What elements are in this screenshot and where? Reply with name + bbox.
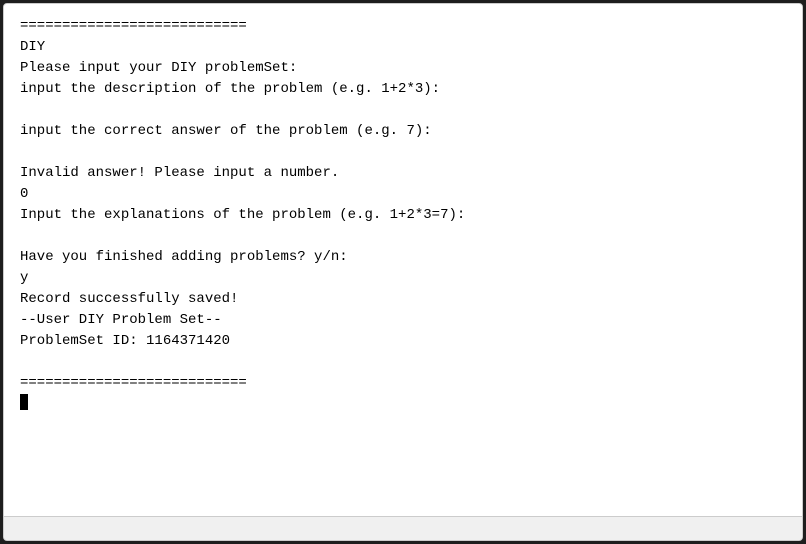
terminal-cursor bbox=[20, 394, 28, 410]
terminal-bottom-bar bbox=[4, 516, 802, 540]
terminal-content[interactable]: =========================== DIY Please i… bbox=[4, 4, 802, 516]
cursor-line bbox=[20, 394, 786, 410]
terminal-window: =========================== DIY Please i… bbox=[3, 3, 803, 541]
